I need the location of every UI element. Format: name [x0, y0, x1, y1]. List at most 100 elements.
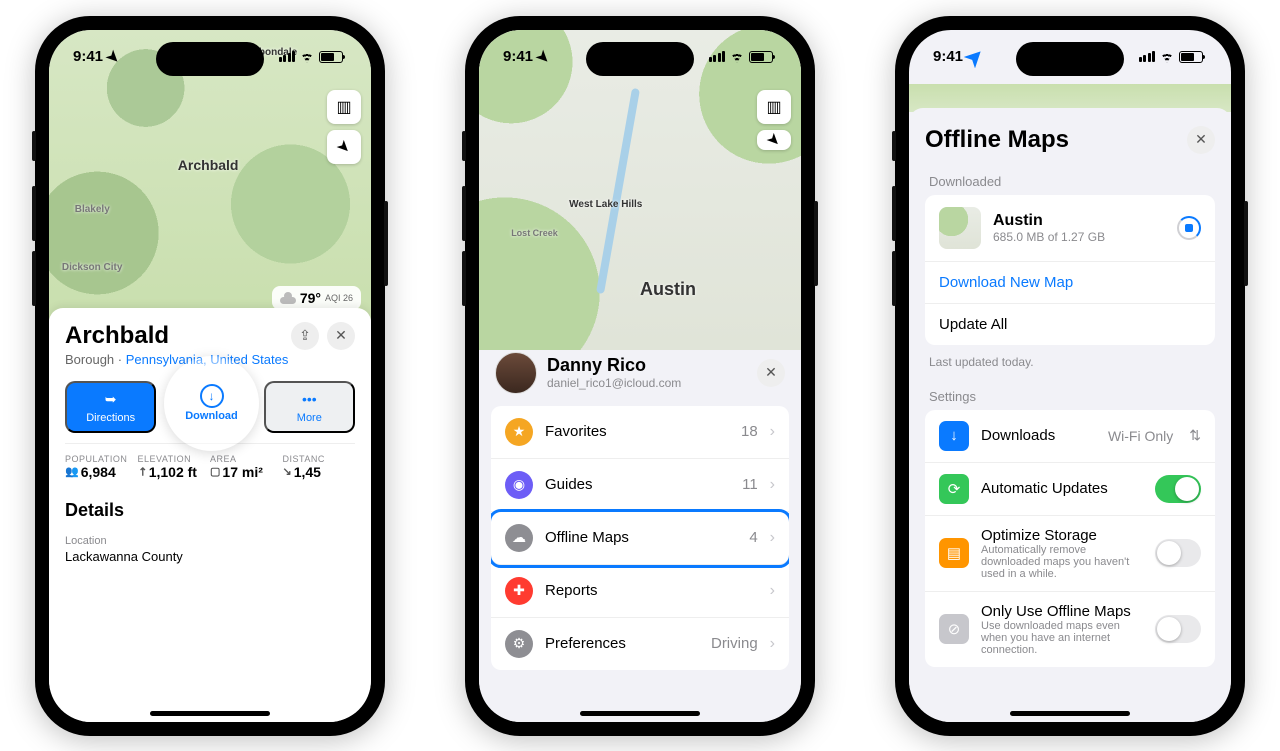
row-label: Preferences	[545, 635, 626, 652]
locate-button[interactable]: ➤	[757, 130, 791, 150]
chevron-right-icon: ›	[770, 476, 775, 494]
cloud-icon	[280, 292, 296, 304]
profile-email: daniel_rico1@icloud.com	[547, 376, 681, 390]
row-reports[interactable]: ✚ Reports ›	[491, 565, 789, 618]
status-time: 9:41	[503, 48, 533, 65]
battery-icon	[749, 51, 773, 63]
row-only-offline[interactable]: ⊘ Only Use Offline Maps Use downloaded m…	[925, 592, 1215, 667]
map-thumb-icon	[939, 207, 981, 249]
row-downloads[interactable]: ↓ Downloads Wi-Fi Only ⇅	[925, 410, 1215, 463]
toggle-only-offline[interactable]	[1155, 615, 1201, 643]
home-indicator[interactable]	[580, 711, 700, 716]
cellular-icon	[279, 51, 296, 62]
wifi-icon	[1159, 51, 1175, 63]
chevron-updown-icon: ⇅	[1189, 427, 1201, 444]
map-westlake-label: West Lake Hills	[569, 199, 642, 210]
offline-maps-sheet: Offline Maps ✕ Downloaded Austin 685.0 M…	[909, 108, 1231, 722]
dynamic-island	[156, 42, 264, 76]
detail-location-lbl: Location	[65, 535, 355, 547]
toggle-auto-updates[interactable]	[1155, 475, 1201, 503]
place-title: Archbald	[65, 322, 288, 350]
home-indicator[interactable]	[1010, 711, 1130, 716]
profile-list: ★ Favorites 18 › ◉ Guides 11 › ☁ Offline…	[491, 406, 789, 670]
download-label: Download	[185, 410, 238, 422]
update-all-button[interactable]: Update All	[925, 304, 1215, 345]
close-button[interactable]: ✕	[757, 359, 785, 387]
downloaded-item-austin[interactable]: Austin 685.0 MB of 1.27 GB	[925, 195, 1215, 262]
weather-chip[interactable]: 79° AQI 26	[272, 286, 361, 310]
chevron-right-icon: ›	[770, 529, 775, 547]
dynamic-island	[1016, 42, 1124, 76]
battery-icon	[1179, 51, 1203, 63]
phone-offline-maps: 9:41 Offline Maps ✕ Downloaded Austin 68…	[895, 16, 1245, 736]
row-favorites[interactable]: ★ Favorites 18 ›	[491, 406, 789, 459]
settings-card: ↓ Downloads Wi-Fi Only ⇅ ⟳ Automatic Upd…	[925, 410, 1215, 667]
locate-button[interactable]: ➤	[327, 130, 361, 164]
close-icon: ✕	[335, 327, 347, 344]
row-preferences[interactable]: ⚙ Preferences Driving ›	[491, 618, 789, 670]
location-arrow-icon: ➤	[103, 46, 125, 68]
stat-population: POPULATION 👥6,984	[65, 444, 138, 490]
refresh-icon: ⟳	[939, 474, 969, 504]
people-icon: 👥	[65, 465, 79, 478]
row-count: 4	[749, 529, 757, 546]
download-icon: ↓	[200, 384, 224, 408]
profile-sheet: Danny Rico daniel_rico1@icloud.com ✕ ★ F…	[479, 338, 801, 722]
close-button[interactable]: ✕	[1187, 126, 1215, 154]
row-count: 18	[741, 423, 758, 440]
location-arrow-icon: ➤	[533, 46, 555, 68]
download-highlight[interactable]: ↓ Download	[164, 356, 259, 451]
storage-icon: ▤	[939, 538, 969, 568]
wifi-icon	[729, 51, 745, 63]
ellipsis-icon: •••	[299, 389, 319, 409]
cellular-icon	[1139, 51, 1156, 62]
phone-archbald: 9:41➤ ▥ ➤ 79° AQI 26 Archbald Carbondale…	[35, 16, 385, 736]
profile-name: Danny Rico	[547, 355, 681, 376]
home-indicator[interactable]	[150, 711, 270, 716]
map-mode-icon: ▥	[766, 97, 781, 117]
area-icon: ▢	[210, 465, 220, 478]
directions-button[interactable]: ➥ Directions	[65, 381, 156, 433]
row-offline-maps[interactable]: ☁ Offline Maps 4 ›	[491, 512, 789, 565]
row-label: Favorites	[545, 423, 607, 440]
row-label: Offline Maps	[545, 529, 629, 546]
close-button[interactable]: ✕	[327, 322, 355, 350]
no-wifi-icon: ⊘	[939, 614, 969, 644]
map-austin-label: Austin	[640, 279, 696, 300]
cellular-icon	[709, 51, 726, 62]
settings-lbl: Settings	[929, 389, 1215, 404]
downloaded-card: Austin 685.0 MB of 1.27 GB Download New …	[925, 195, 1215, 345]
row-auto-updates[interactable]: ⟳ Automatic Updates	[925, 463, 1215, 516]
avatar[interactable]	[495, 352, 537, 394]
wifi-icon	[299, 51, 315, 63]
map-view[interactable]: 9:41➤ ▥ ➤ Austin West Lake Hills Lost Cr…	[479, 30, 801, 350]
map-lostcreek-label: Lost Creek	[511, 228, 558, 238]
download-icon: ↓	[939, 421, 969, 451]
elevation-icon: ↗	[134, 464, 150, 480]
directions-label: Directions	[86, 412, 135, 424]
offline-icon: ☁	[505, 524, 533, 552]
toggle-optimize-storage[interactable]	[1155, 539, 1201, 567]
row-trail: Driving	[711, 635, 758, 652]
download-new-map-button[interactable]: Download New Map	[925, 262, 1215, 304]
phone-profile: 9:41➤ ▥ ➤ Austin West Lake Hills Lost Cr…	[465, 16, 815, 736]
location-icon: ➤	[762, 128, 786, 152]
status-time: 9:41	[933, 48, 963, 65]
map-mode-button[interactable]: ▥	[327, 90, 361, 124]
item-sub: 685.0 MB of 1.27 GB	[993, 230, 1105, 244]
share-button[interactable]: ⇪	[291, 322, 319, 350]
downloads-value: Wi-Fi Only	[1108, 428, 1173, 444]
weather-temp: 79°	[300, 290, 321, 306]
row-optimize-storage[interactable]: ▤ Optimize Storage Automatically remove …	[925, 516, 1215, 592]
place-subtitle: Borough · Pennsylvania, United States	[65, 352, 288, 367]
map-mode-button[interactable]: ▥	[757, 90, 791, 124]
details-heading: Details	[65, 500, 355, 521]
downloaded-lbl: Downloaded	[929, 174, 1215, 189]
download-progress-icon[interactable]	[1177, 216, 1201, 240]
share-icon: ⇪	[299, 327, 311, 344]
map-dickson-label: Dickson City	[62, 262, 123, 273]
row-guides[interactable]: ◉ Guides 11 ›	[491, 459, 789, 512]
more-button[interactable]: ••• More	[264, 381, 355, 433]
close-icon: ✕	[1195, 131, 1207, 148]
guides-icon: ◉	[505, 471, 533, 499]
